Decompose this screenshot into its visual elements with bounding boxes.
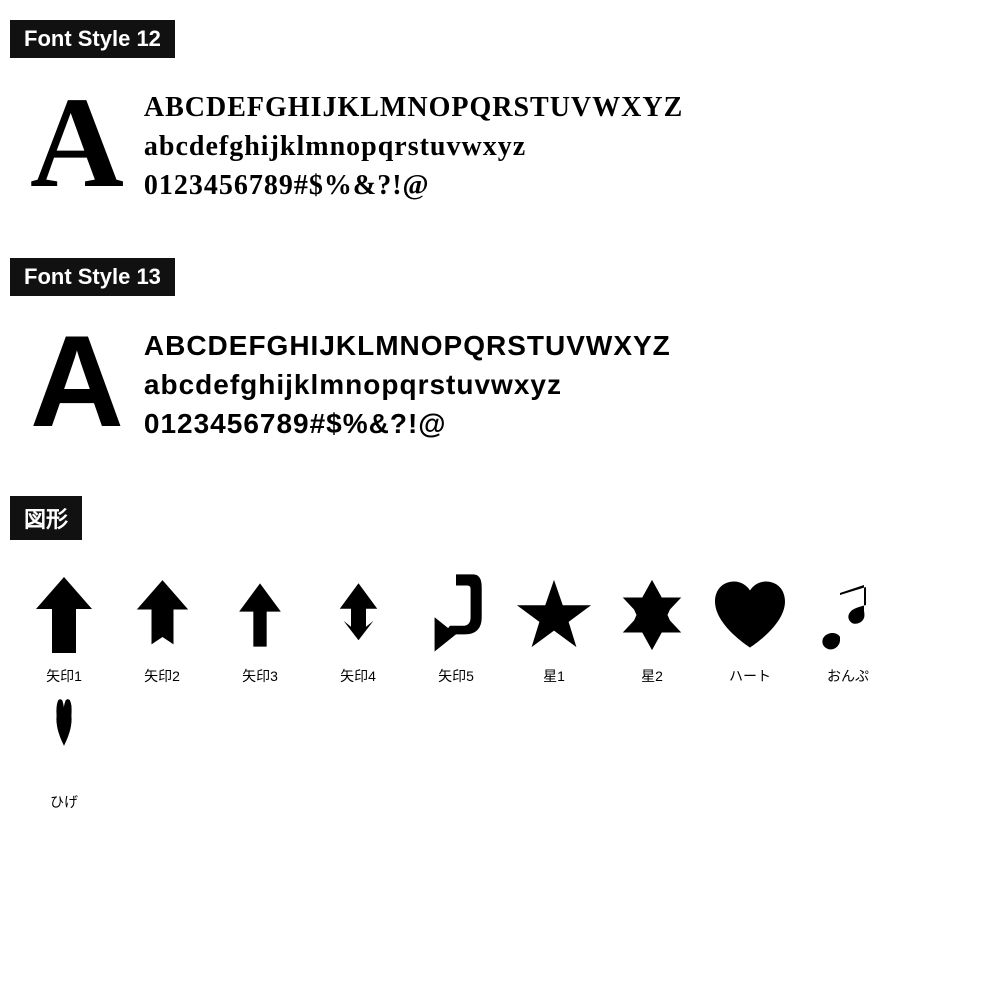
shape-label-mustache: ひげ [50, 792, 78, 812]
shapes-grid: 矢印1 矢印2 矢印3 [10, 550, 990, 822]
shape-item-star1: 星1 [510, 570, 598, 686]
shape-item-arrow2: 矢印2 [118, 570, 206, 686]
shape-label-note: おんぷ [827, 666, 869, 686]
shape-icon-arrow4 [318, 570, 398, 660]
shape-label-heart: ハート [729, 666, 771, 686]
font-style-13-section: Font Style 13 A ABCDEFGHIJKLMNOPQRSTUVWX… [10, 258, 990, 456]
shape-label-arrow5: 矢印5 [438, 666, 474, 686]
shape-label-arrow3: 矢印3 [242, 666, 278, 686]
shape-icon-note [808, 570, 888, 660]
shape-icon-arrow3 [220, 570, 300, 660]
font-12-line-1: ABCDEFGHIJKLMNOPQRSTUVWXYZ [144, 88, 683, 127]
shapes-label: 図形 [10, 496, 82, 540]
font-13-line-2: abcdefghijklmnopqrstuvwxyz [144, 365, 671, 404]
shape-item-arrow5: 矢印5 [412, 570, 500, 686]
shape-item-star2: 星2 [608, 570, 696, 686]
shape-icon-arrow2 [122, 570, 202, 660]
font-13-line-3: 0123456789#$%&?!@ [144, 404, 671, 443]
font-13-line-1: ABCDEFGHIJKLMNOPQRSTUVWXYZ [144, 326, 671, 365]
shape-icon-heart [710, 570, 790, 660]
shape-icon-mustache [24, 696, 104, 786]
shape-item-note: おんぷ [804, 570, 892, 686]
shape-item-arrow3: 矢印3 [216, 570, 304, 686]
font-12-char-lines: ABCDEFGHIJKLMNOPQRSTUVWXYZ abcdefghijklm… [144, 78, 683, 206]
shape-icon-star1 [514, 570, 594, 660]
shape-icon-arrow1 [24, 570, 104, 660]
shape-label-star1: 星1 [543, 666, 565, 686]
font-13-big-letter: A [30, 316, 124, 446]
page: Font Style 12 A ABCDEFGHIJKLMNOPQRSTUVWX… [0, 0, 1000, 842]
font-style-12-label: Font Style 12 [10, 20, 175, 58]
font-12-line-3: 0123456789#$%&?!@ [144, 166, 683, 205]
shape-item-arrow4: 矢印4 [314, 570, 402, 686]
font-style-13-label: Font Style 13 [10, 258, 175, 296]
shape-item-arrow1: 矢印1 [20, 570, 108, 686]
shape-item-heart: ハート [706, 570, 794, 686]
shape-label-star2: 星2 [641, 666, 663, 686]
shape-item-mustache: ひげ [20, 696, 108, 812]
font-12-big-letter: A [30, 78, 124, 208]
shape-icon-arrow5 [416, 570, 496, 660]
font-12-line-2: abcdefghijklmnopqrstuvwxyz [144, 127, 683, 166]
shape-icon-star2 [612, 570, 692, 660]
shape-label-arrow2: 矢印2 [144, 666, 180, 686]
font-13-char-lines: ABCDEFGHIJKLMNOPQRSTUVWXYZ abcdefghijklm… [144, 316, 671, 444]
font-style-12-section: Font Style 12 A ABCDEFGHIJKLMNOPQRSTUVWX… [10, 20, 990, 218]
font-12-preview: A ABCDEFGHIJKLMNOPQRSTUVWXYZ abcdefghijk… [10, 68, 990, 218]
shape-label-arrow4: 矢印4 [340, 666, 376, 686]
font-13-preview: A ABCDEFGHIJKLMNOPQRSTUVWXYZ abcdefghijk… [10, 306, 990, 456]
shapes-section: 図形 矢印1 矢印2 [10, 496, 990, 822]
shape-label-arrow1: 矢印1 [46, 666, 82, 686]
